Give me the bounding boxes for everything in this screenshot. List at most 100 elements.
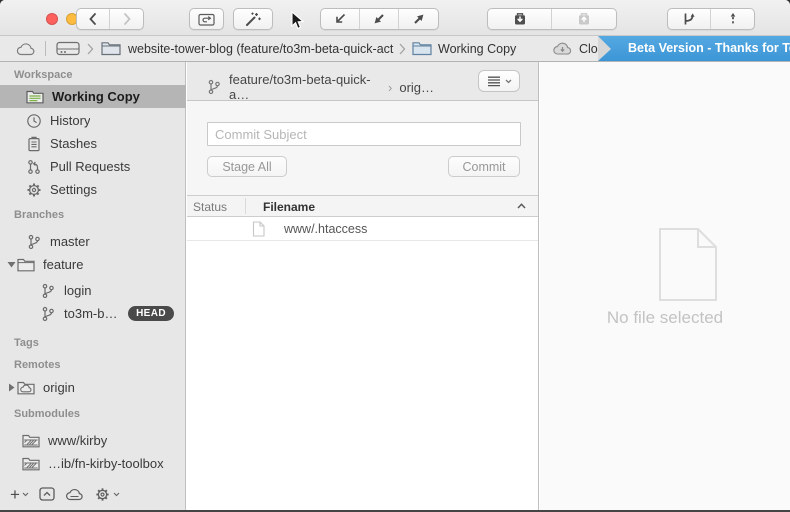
chevron-down-icon — [22, 492, 29, 497]
section-header-submodules: Submodules — [14, 408, 80, 424]
quick-actions-wand-button[interactable] — [234, 9, 272, 29]
clone-cloud-icon — [552, 36, 574, 61]
collapse-panel-button[interactable] — [39, 487, 55, 501]
computer-drive-icon[interactable] — [56, 36, 80, 61]
sidebar-submodule-kirby[interactable]: www/kirby — [0, 429, 186, 452]
chevron-down-icon — [113, 492, 120, 497]
column-divider[interactable] — [245, 198, 246, 214]
sidebar-item-working-copy[interactable]: Working Copy — [0, 85, 186, 108]
sidebar-branch-folder-feature[interactable]: feature — [0, 253, 186, 276]
file-icon — [252, 221, 265, 237]
sidebar-remote-origin[interactable]: origin — [0, 376, 186, 399]
tracking-branch-label[interactable]: orig… — [399, 80, 434, 95]
clipboard-icon — [26, 136, 42, 152]
working-copy-folder-icon — [412, 36, 432, 61]
push-button[interactable] — [399, 9, 438, 29]
folder-icon — [17, 258, 35, 272]
pull-arrow-icon — [371, 11, 387, 27]
sidebar-item-history[interactable]: History — [0, 109, 186, 132]
column-header-filename[interactable]: Filename — [263, 200, 315, 214]
plus-icon: + — [10, 486, 20, 503]
services-button[interactable] — [65, 487, 85, 501]
commit-area: Stage All Commit — [187, 101, 538, 195]
section-header-tags: Tags — [14, 337, 39, 353]
disclosure-collapsed-icon[interactable] — [5, 383, 17, 392]
chevron-down-icon — [505, 79, 512, 84]
file-row-htaccess[interactable]: www/.htaccess — [187, 217, 538, 241]
breadcrumb-chevron-icon-2 — [398, 36, 406, 61]
file-name-label: www/.htaccess — [284, 222, 367, 236]
forward-button[interactable] — [110, 9, 143, 29]
head-badge: HEAD — [128, 306, 174, 321]
back-button[interactable] — [77, 9, 110, 29]
branch-icon — [206, 79, 222, 95]
branch-header: feature/to3m-beta-quick-a… › orig… — [187, 62, 538, 101]
mouse-cursor — [291, 11, 304, 30]
stash-save-button[interactable] — [488, 9, 552, 29]
open-repository-button[interactable] — [190, 9, 223, 29]
rebase-button[interactable] — [711, 9, 754, 29]
sidebar-submodule-toolbox[interactable]: …ib/fn-kirby-toolbox — [0, 452, 186, 475]
section-header-workspace: Workspace — [14, 69, 73, 85]
breadcrumb-working-copy[interactable]: Working Copy — [438, 36, 516, 61]
sidebar-branch-master[interactable]: master — [0, 230, 186, 253]
branch-tracking-chevron: › — [388, 80, 392, 95]
content-area: Workspace Working Copy History Stashes P… — [0, 62, 790, 510]
sidebar-item-pull-requests[interactable]: Pull Requests — [0, 155, 186, 178]
beta-banner-label: Beta Version - Thanks for Testi — [628, 41, 790, 55]
file-table-header[interactable]: Status Filename — [187, 195, 538, 217]
merge-button[interactable] — [668, 9, 711, 29]
stash-apply-button[interactable] — [552, 9, 616, 29]
cloud-status-icon[interactable] — [16, 36, 37, 61]
add-repository-button[interactable]: + — [10, 486, 29, 503]
commit-button[interactable]: Commit — [448, 156, 520, 177]
pull-request-icon — [26, 159, 42, 175]
breadcrumb-repo[interactable]: website-tower-blog (feature/to3m-beta-qu… — [128, 36, 394, 61]
section-header-branches: Branches — [14, 209, 64, 225]
remote-folder-icon — [17, 381, 35, 395]
view-options-button[interactable] — [478, 70, 520, 92]
sidebar: Workspace Working Copy History Stashes P… — [0, 62, 186, 510]
services-cloud-icon — [65, 487, 85, 501]
pull-button[interactable] — [360, 9, 399, 29]
stash-box-up-icon — [576, 11, 592, 27]
file-detail-panel: No file selected — [540, 62, 790, 510]
merge-rebase-segment — [667, 8, 755, 30]
current-branch-label[interactable]: feature/to3m-beta-quick-a… — [229, 72, 381, 102]
sidebar-item-settings[interactable]: Settings — [0, 178, 186, 201]
close-window-button[interactable] — [46, 13, 58, 25]
gear-icon — [95, 487, 110, 502]
working-copy-panel: feature/to3m-beta-quick-a… › orig… Stage… — [187, 62, 539, 510]
path-bar: website-tower-blog (feature/to3m-beta-qu… — [0, 36, 790, 62]
column-header-status[interactable]: Status — [193, 200, 227, 214]
submodule-folder-icon — [22, 457, 40, 471]
beta-version-banner[interactable]: Beta Version - Thanks for Testi — [598, 36, 790, 61]
breadcrumb-chevron-icon — [86, 36, 94, 61]
merge-arrow-icon — [681, 11, 697, 27]
sidebar-item-stashes[interactable]: Stashes — [0, 132, 186, 155]
open-repository-segment — [189, 8, 224, 30]
chevron-left-icon — [87, 12, 99, 26]
no-file-selected-message: No file selected — [540, 308, 790, 328]
sidebar-branch-login[interactable]: login — [0, 279, 186, 302]
gear-icon — [26, 182, 42, 198]
submodule-folder-icon — [22, 434, 40, 448]
actions-button[interactable] — [95, 487, 120, 502]
commit-subject-input[interactable] — [207, 122, 521, 146]
sidebar-branch-to3m[interactable]: to3m-b… HEAD — [0, 302, 186, 325]
panel-chevron-icon — [39, 487, 55, 501]
stage-all-button[interactable]: Stage All — [207, 156, 287, 177]
fetch-button[interactable] — [321, 9, 360, 29]
magic-wand-icon — [244, 11, 262, 27]
list-lines-icon — [487, 76, 501, 87]
remote-actions-segment — [320, 8, 439, 30]
section-header-remotes: Remotes — [14, 359, 60, 375]
fetch-arrow-icon — [332, 11, 348, 27]
quick-actions-segment — [233, 8, 273, 30]
history-nav-segment — [76, 8, 144, 30]
disclosure-expanded-icon[interactable] — [5, 261, 17, 268]
stash-box-down-icon — [512, 11, 528, 27]
branch-icon — [40, 283, 56, 299]
working-copy-folder-icon — [26, 90, 44, 104]
repo-folder-icon — [101, 36, 121, 61]
